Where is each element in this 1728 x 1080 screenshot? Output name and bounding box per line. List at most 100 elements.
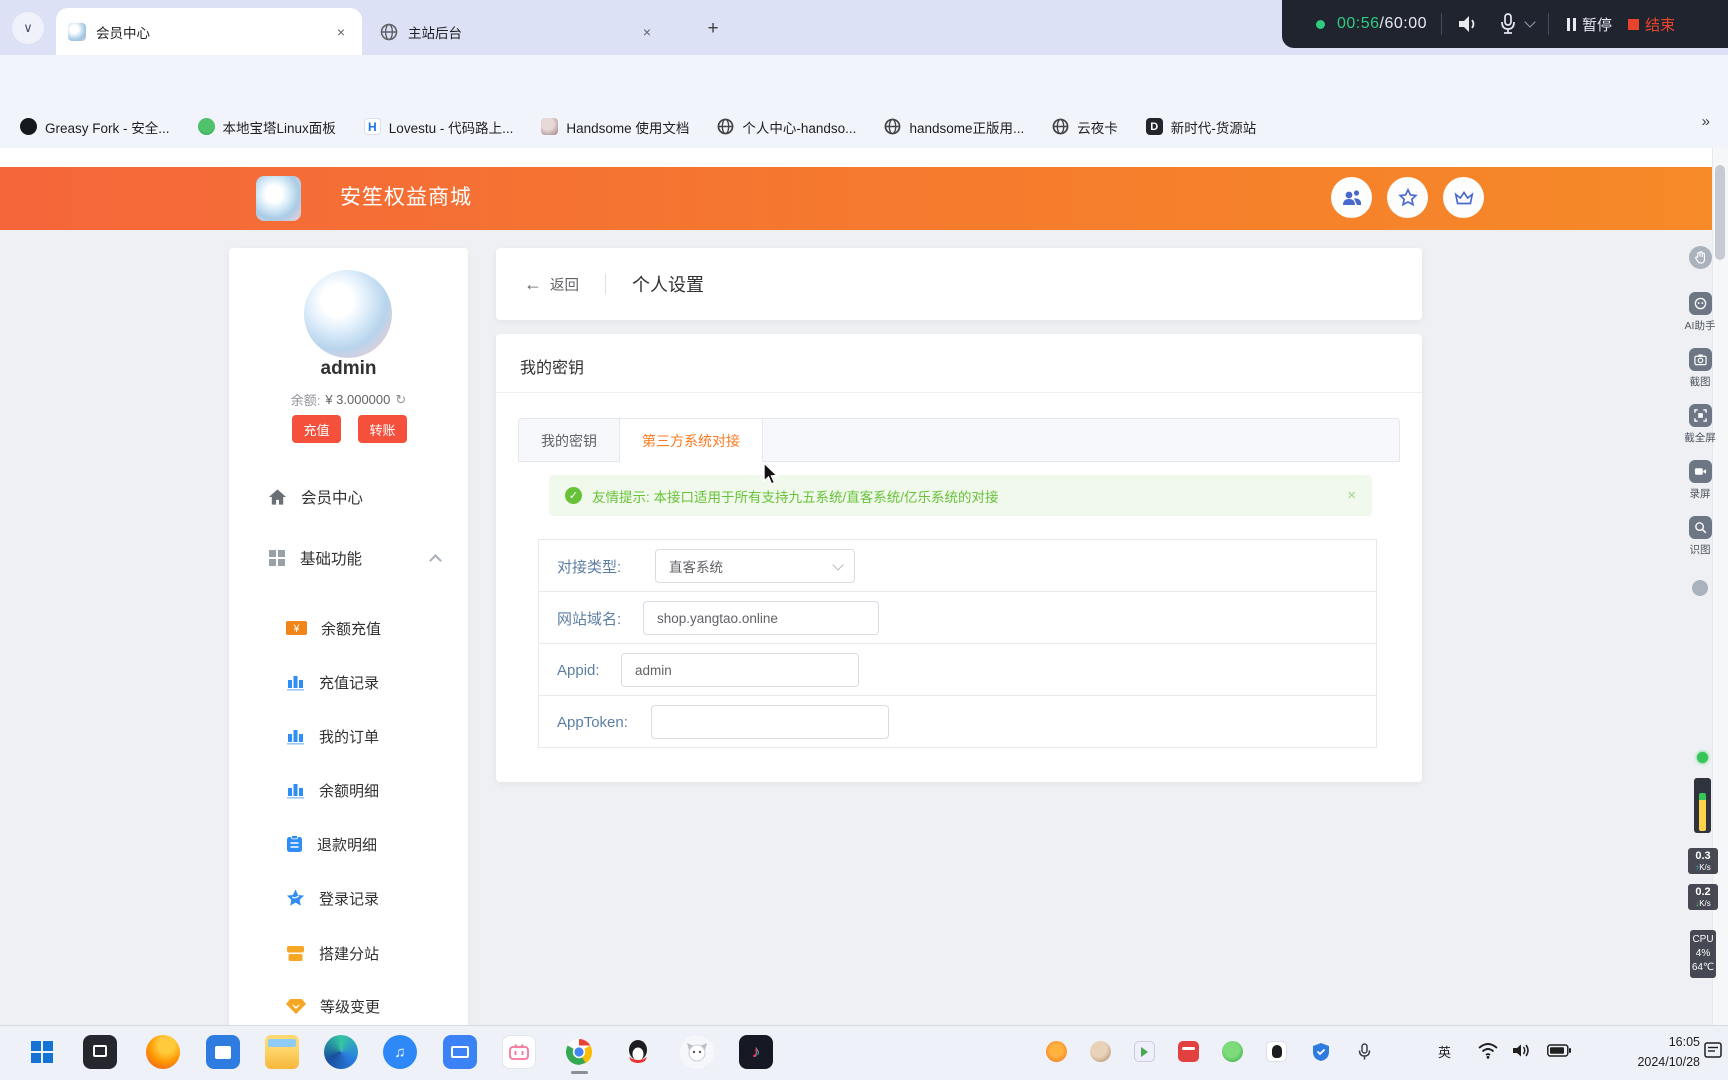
tab-close-icon[interactable]: × [332,23,350,41]
sidebar-item-balance-recharge[interactable]: ¥ 余额充值 [229,613,468,643]
tray-shield-icon[interactable] [1310,1041,1331,1062]
my-keys-card: 我的密钥 我的密钥 第三方系统对接 ✓ 友情提示: 本接口适用于所有支持九五系统… [496,334,1422,782]
monitor-status-dot [1697,752,1708,763]
sidebar-item-member-center[interactable]: 会员中心 [229,482,468,512]
edge-icon[interactable] [324,1035,358,1069]
sidebar-item-login-records[interactable]: 登录记录 [229,883,468,913]
pause-icon[interactable] [1567,18,1576,31]
field-label: 网站域名: [557,592,621,644]
ai-assistant-icon [1689,292,1712,315]
speaker-icon[interactable] [1456,13,1480,35]
back-link[interactable]: 返回 [550,274,579,295]
tray-huorong-icon[interactable] [1046,1041,1067,1062]
sidebar-item-level-change[interactable]: 等级变更 [229,991,468,1021]
tray-mic-icon[interactable] [1354,1041,1375,1062]
bookmark-item[interactable]: Handsome 使用文档 [541,117,689,137]
side-tool-record[interactable]: 录屏 [1676,460,1724,501]
website-domain-input[interactable]: shop.yangtao.online [643,601,879,635]
bilibili-icon[interactable] [502,1035,536,1069]
camera-icon [1689,348,1712,371]
sidebar-item-my-orders[interactable]: 我的订单 [229,721,468,751]
tab-my-keys[interactable]: 我的密钥 [519,419,620,462]
recharge-button[interactable]: 充值 [292,415,341,443]
cat-app-icon[interactable] [680,1035,714,1069]
bookmark-item[interactable]: Greasy Fork - 安全... [20,117,170,137]
tray-red-icon[interactable] [1178,1041,1199,1062]
tray-play-icon[interactable] [1134,1041,1155,1062]
mic-chevron-icon[interactable] [1524,16,1535,27]
sidebar-item-build-substation[interactable]: 搭建分站 [229,938,468,968]
balance-row: 余额: ¥ 3.000000 ↻ [229,390,468,409]
globe-icon [717,118,734,135]
back-arrow-icon[interactable]: ← [524,274,542,295]
remote-desktop-app-icon[interactable] [443,1035,477,1069]
new-tab-button[interactable]: + [700,16,726,42]
tab-admin-backend[interactable]: 主站后台 × [368,8,668,55]
side-tool-screenshot[interactable]: 截图 [1676,348,1724,389]
tray-cat-icon[interactable] [1090,1041,1111,1062]
members-icon[interactable] [1331,177,1372,218]
bookmark-item[interactable]: 个人中心-handso... [717,117,856,137]
field-label: Appid: [557,644,600,696]
bookmark-item[interactable]: 云夜卡 [1052,117,1118,137]
lovestu-icon: H [364,118,381,135]
store-app-icon[interactable] [206,1035,240,1069]
taskbar [0,1025,1728,1080]
handsome-doc-icon [541,118,558,135]
sidebar-item-refund-details[interactable]: 退款明细 [229,829,468,859]
tab-third-party[interactable]: 第三方系统对接 [620,419,763,462]
input-method-indicator[interactable]: 英 [1438,1042,1451,1061]
bar-chart-icon [286,728,305,745]
sidebar-item-basic-functions[interactable]: 基础功能 [229,543,468,573]
chrome-icon-active[interactable] [562,1035,596,1069]
pause-button[interactable]: 暂停 [1582,14,1612,35]
apptoken-input[interactable] [651,705,889,739]
favorite-star-icon[interactable] [1387,177,1428,218]
microphone-icon[interactable] [1498,12,1518,36]
refresh-balance-icon[interactable]: ↻ [395,392,406,408]
douyin-icon[interactable]: ♪♪ [739,1035,773,1069]
notification-icon[interactable] [1704,1041,1722,1064]
bookmark-item[interactable]: handsome正版用... [884,117,1024,137]
side-tool-ocr[interactable]: 识图 [1676,516,1724,557]
start-button[interactable] [25,1035,59,1069]
battery-icon[interactable] [1547,1044,1571,1062]
bookmark-item[interactable]: D新时代-货源站 [1146,117,1257,137]
grid-icon [268,549,286,567]
sidebar-item-balance-details[interactable]: 余额明细 [229,775,468,805]
tab-close-icon[interactable]: × [638,23,656,41]
transfer-button[interactable]: 转账 [358,415,407,443]
tab-search-button[interactable]: ∨ [12,12,44,44]
file-explorer-icon[interactable] [265,1035,299,1069]
crown-icon[interactable] [1443,177,1484,218]
tray-penguin-icon[interactable] [1266,1041,1287,1062]
site-logo[interactable] [256,176,301,221]
tab-member-center[interactable]: 会员中心 × [56,8,362,55]
side-tool-fullscreen-shot[interactable]: 截全屏 [1676,404,1724,445]
bookmarks-overflow-icon[interactable]: » [1702,113,1710,130]
user-avatar[interactable] [304,270,392,358]
stop-icon[interactable] [1628,19,1639,30]
side-tool-more[interactable] [1676,580,1724,596]
firefox-icon[interactable] [146,1035,180,1069]
appid-input[interactable]: admin [621,653,859,687]
wifi-icon[interactable] [1478,1042,1498,1064]
qq-icon[interactable] [621,1035,655,1069]
greasyfork-icon [20,118,37,135]
alert-close-icon[interactable]: × [1347,487,1356,504]
side-tool-ai[interactable]: AI助手 [1676,292,1724,333]
taskbar-clock[interactable]: 16:05 2024/10/28 [1588,1032,1700,1072]
collapse-chevron-icon[interactable] [429,554,442,567]
bookmark-item[interactable]: 本地宝塔Linux面板 [198,117,336,137]
sidebar-item-recharge-records[interactable]: 充值记录 [229,667,468,697]
volume-icon[interactable] [1512,1042,1531,1064]
stop-button[interactable]: 结束 [1645,14,1675,35]
terminal-app-icon[interactable] [83,1035,117,1069]
chevron-down-icon [832,559,843,570]
bookmark-item[interactable]: HLovestu - 代码路上... [364,117,514,137]
field-label: 对接类型: [557,540,621,592]
dock-type-select[interactable]: 直客系统 [655,549,855,583]
tray-green-icon[interactable] [1222,1041,1243,1062]
blue-app-icon[interactable]: ♫ [383,1035,417,1069]
side-tool-hand[interactable] [1676,246,1724,269]
